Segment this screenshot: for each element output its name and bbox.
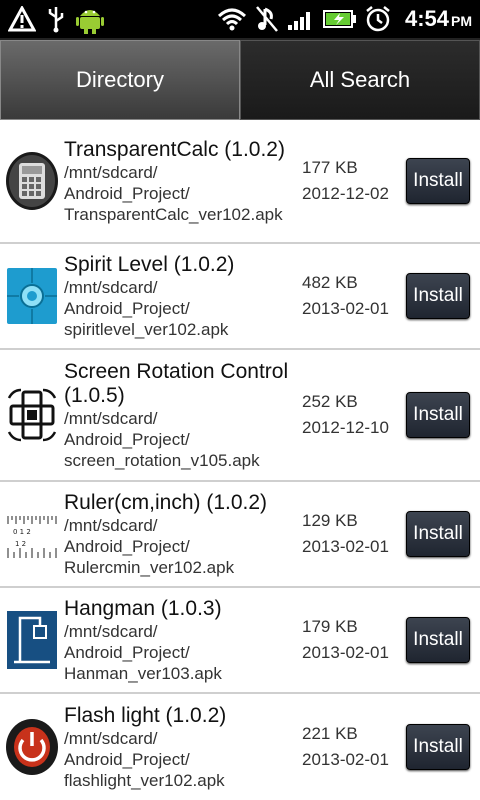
app-path-line: flashlight_ver102.apk xyxy=(64,770,225,790)
list-item[interactable]: Flash light (1.0.2) /mnt/sdcard/ Android… xyxy=(0,694,480,800)
app-size: 177 KB xyxy=(302,158,358,177)
app-size: 179 KB xyxy=(302,617,358,636)
list-item[interactable]: Screen Rotation Control (1.0.5) /mnt/sdc… xyxy=(0,350,480,482)
app-date: 2012-12-10 xyxy=(302,418,389,437)
apk-list: TransparentCalc (1.0.2) /mnt/sdcard/ And… xyxy=(0,120,480,800)
app-size: 221 KB xyxy=(302,724,358,743)
wifi-icon xyxy=(217,4,247,34)
usb-icon xyxy=(46,4,66,34)
app-date: 2012-12-02 xyxy=(302,184,389,203)
app-name: TransparentCalc (1.0.2) xyxy=(64,137,285,161)
warning-icon xyxy=(8,4,36,34)
app-path-line: Android_Project/ xyxy=(64,183,190,203)
tab-all-search[interactable]: All Search xyxy=(240,40,480,120)
alarm-icon xyxy=(365,4,391,34)
calculator-icon xyxy=(0,151,64,211)
tab-bar: Directory All Search xyxy=(0,38,480,120)
app-name: Hangman (1.0.3) xyxy=(64,596,222,620)
ringer-off-icon xyxy=(255,4,279,34)
rotation-icon xyxy=(0,386,64,444)
app-name: Ruler(cm,inch) (1.0.2) xyxy=(64,490,268,514)
app-path-line: /mnt/sdcard/ xyxy=(64,162,158,182)
app-path-line: Android_Project/ xyxy=(64,429,190,449)
svg-text:1 2: 1 2 xyxy=(15,540,26,548)
app-path-line: Android_Project/ xyxy=(64,536,190,556)
install-button[interactable]: Install xyxy=(406,158,470,204)
flashlight-icon xyxy=(0,718,64,776)
app-date: 2013-02-01 xyxy=(302,750,389,769)
install-button[interactable]: Install xyxy=(406,617,470,663)
list-item[interactable]: TransparentCalc (1.0.2) /mnt/sdcard/ And… xyxy=(0,120,480,244)
app-date: 2013-02-01 xyxy=(302,643,389,662)
hangman-icon xyxy=(0,610,64,670)
app-path-line: /mnt/sdcard/ xyxy=(64,621,158,641)
app-name: Flash light (1.0.2) xyxy=(64,703,227,727)
install-button[interactable]: Install xyxy=(406,511,470,557)
status-bar: 4:54 PM xyxy=(0,0,480,38)
android-debug-icon xyxy=(76,4,104,34)
tab-directory[interactable]: Directory xyxy=(0,40,240,120)
app-size: 482 KB xyxy=(302,273,358,292)
app-date: 2013-02-01 xyxy=(302,299,389,318)
app-path-line: Android_Project/ xyxy=(64,298,190,318)
ruler-icon: 0 1 2 1 2 xyxy=(0,506,64,562)
svg-text:0 1 2: 0 1 2 xyxy=(13,528,31,536)
install-button[interactable]: Install xyxy=(406,724,470,770)
app-path-line: Android_Project/ xyxy=(64,749,190,769)
app-path-line: Android_Project/ xyxy=(64,642,190,662)
app-path-line: Hanman_ver103.apk xyxy=(64,663,222,683)
list-item[interactable]: Spirit Level (1.0.2) /mnt/sdcard/ Androi… xyxy=(0,244,480,350)
app-path-line: /mnt/sdcard/ xyxy=(64,277,158,297)
app-name: Screen Rotation Control (1.0.5) xyxy=(64,359,289,407)
spirit-level-icon xyxy=(0,267,64,325)
app-path-line: /mnt/sdcard/ xyxy=(64,728,158,748)
battery-charging-icon xyxy=(322,4,357,34)
app-size: 252 KB xyxy=(302,392,358,411)
app-path-line: spiritlevel_ver102.apk xyxy=(64,319,229,339)
app-path-line: Rulercmin_ver102.apk xyxy=(64,557,235,577)
install-button[interactable]: Install xyxy=(406,392,470,438)
app-name: Spirit Level (1.0.2) xyxy=(64,252,235,276)
status-ampm: PM xyxy=(451,13,472,29)
app-date: 2013-02-01 xyxy=(302,537,389,556)
app-path-line: TransparentCalc_ver102.apk xyxy=(64,204,283,224)
app-path-line: /mnt/sdcard/ xyxy=(64,408,158,428)
status-time: 4:54 PM xyxy=(404,6,472,31)
list-item[interactable]: Hangman (1.0.3) /mnt/sdcard/ Android_Pro… xyxy=(0,588,480,694)
app-path-line: /mnt/sdcard/ xyxy=(64,515,158,535)
install-button[interactable]: Install xyxy=(406,273,470,319)
app-size: 129 KB xyxy=(302,511,358,530)
signal-icon xyxy=(287,4,315,34)
list-item[interactable]: 0 1 2 1 2 Ruler(cm,inch) (1.0.2) /mnt/sdc… xyxy=(0,482,480,588)
app-path-line: screen_rotation_v105.apk xyxy=(64,450,260,470)
